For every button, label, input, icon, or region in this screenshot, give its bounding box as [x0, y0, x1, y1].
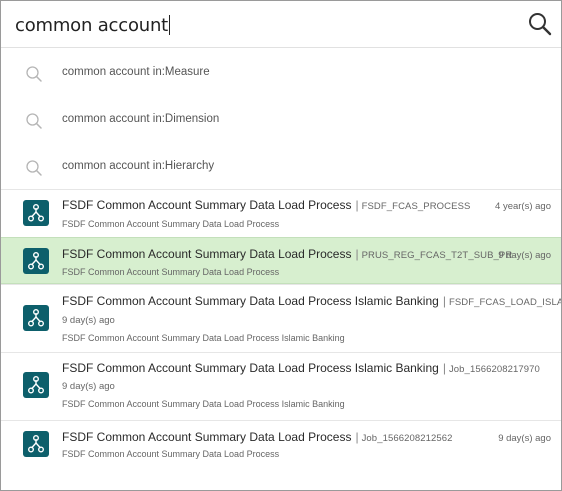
result-age: 9 day(s) ago [62, 315, 115, 326]
result-description: FSDF Common Account Summary Data Load Pr… [62, 267, 280, 277]
results-list: common account in:Measure common account… [1, 48, 561, 471]
result-code: FSDF_FCAS_PROCESS [361, 201, 471, 212]
result-name: FSDF Common Account Summary Data Load Pr… [62, 430, 352, 444]
result-tile [23, 305, 49, 331]
result-code: Job_1566208217970 [448, 364, 540, 375]
separator: | [355, 198, 359, 212]
separator: | [442, 294, 446, 308]
text-caret [169, 15, 171, 35]
search-icon [26, 66, 42, 82]
result-age: 4 year(s) ago [495, 201, 551, 212]
suggestion-item-measure[interactable]: common account in:Measure [1, 48, 561, 95]
result-item[interactable]: FSDF Common Account Summary Data Load Pr… [1, 189, 561, 237]
search-icon [26, 160, 42, 176]
suggestion-item-dimension[interactable]: common account in:Dimension [1, 95, 561, 142]
result-code: Job_1566208212562 [361, 433, 453, 444]
result-name: FSDF Common Account Summary Data Load Pr… [62, 247, 352, 261]
result-title-line: FSDF Common Account Summary Data Load Pr… [62, 361, 540, 375]
search-input[interactable]: common account [15, 15, 171, 36]
result-name: FSDF Common Account Summary Data Load Pr… [62, 198, 352, 212]
result-name: FSDF Common Account Summary Data Load Pr… [62, 294, 439, 308]
result-tile [23, 372, 49, 398]
suggestion-label: common account in:Hierarchy [62, 160, 215, 172]
result-title-line: FSDF Common Account Summary Data Load Pr… [62, 294, 562, 308]
search-icon [26, 113, 42, 129]
result-tile [23, 200, 49, 226]
result-description: FSDF Common Account Summary Data Load Pr… [62, 399, 345, 409]
search-button[interactable] [527, 11, 553, 37]
process-flow-icon [27, 434, 44, 453]
suggestion-label: common account in:Dimension [62, 113, 220, 125]
separator: | [355, 247, 359, 261]
result-description: FSDF Common Account Summary Data Load Pr… [62, 333, 345, 343]
result-description: FSDF Common Account Summary Data Load Pr… [62, 449, 280, 459]
result-item[interactable]: FSDF Common Account Summary Data Load Pr… [1, 284, 561, 352]
process-flow-icon [27, 203, 44, 222]
suggestion-item-hierarchy[interactable]: common account in:Hierarchy [1, 142, 561, 189]
search-icon [529, 13, 552, 36]
result-code: FSDF_FCAS_LOAD_ISLA [448, 297, 562, 308]
result-age: 9 day(s) ago [498, 250, 551, 261]
search-bar[interactable]: common account [1, 1, 561, 48]
separator: | [355, 430, 359, 444]
separator: | [442, 361, 446, 375]
process-flow-icon [27, 251, 44, 270]
search-query: common account [15, 15, 169, 36]
result-title-line: FSDF Common Account Summary Data Load Pr… [62, 430, 453, 444]
result-tile [23, 431, 49, 457]
result-tile [23, 248, 49, 274]
result-title-line: FSDF Common Account Summary Data Load Pr… [62, 198, 470, 212]
process-flow-icon [27, 308, 44, 327]
suggestion-label: common account in:Measure [62, 66, 210, 78]
result-description: FSDF Common Account Summary Data Load Pr… [62, 219, 280, 229]
result-name: FSDF Common Account Summary Data Load Pr… [62, 361, 439, 375]
result-code: PRUS_REG_FCAS_T2T_SUB_PR [361, 250, 513, 261]
result-item[interactable]: FSDF Common Account Summary Data Load Pr… [1, 352, 561, 420]
result-item[interactable]: FSDF Common Account Summary Data Load Pr… [1, 420, 561, 471]
result-item-selected[interactable]: FSDF Common Account Summary Data Load Pr… [1, 237, 561, 284]
search-panel: common account common account in:Measure… [0, 0, 562, 491]
process-flow-icon [27, 375, 44, 394]
result-title-line: FSDF Common Account Summary Data Load Pr… [62, 247, 512, 261]
result-age: 9 day(s) ago [498, 433, 551, 444]
result-age: 9 day(s) ago [62, 381, 115, 392]
